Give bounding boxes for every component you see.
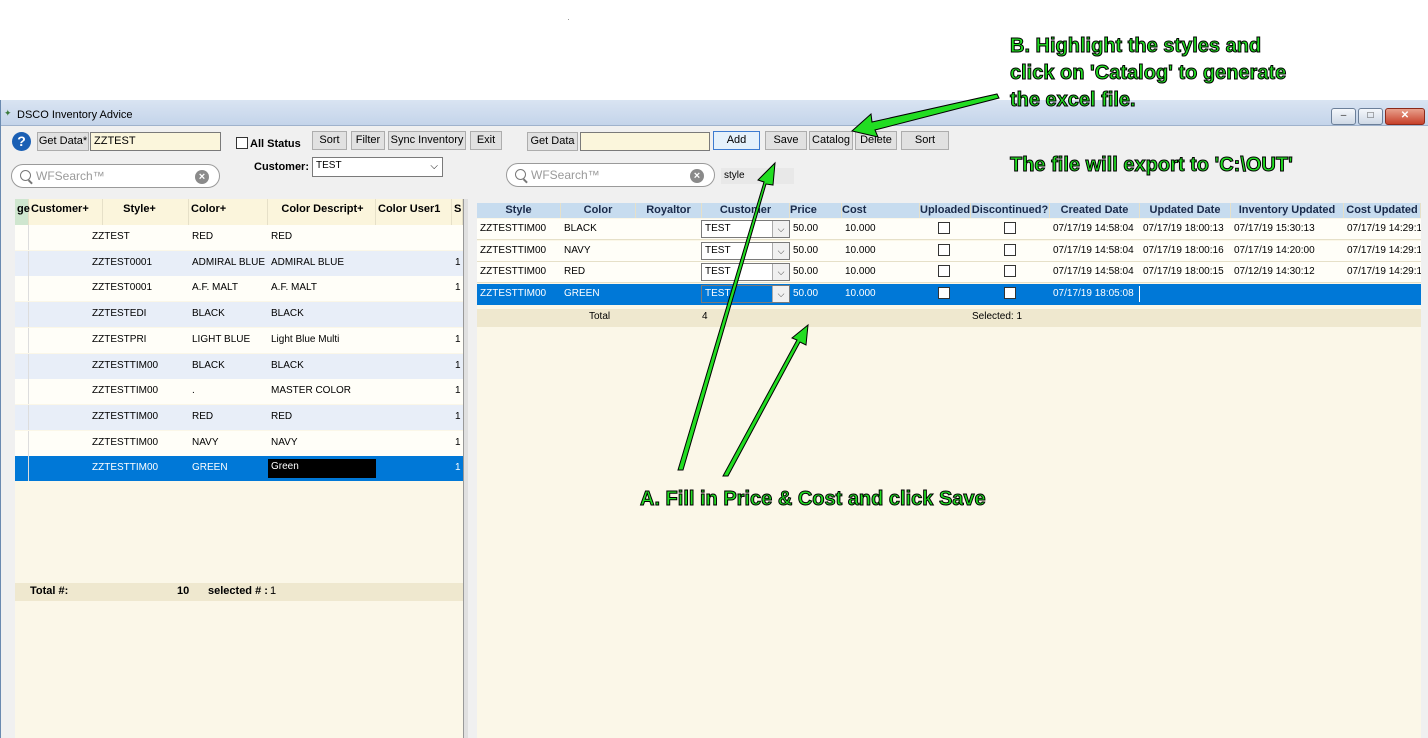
arrow-to-price xyxy=(722,323,809,477)
arrow-to-catalog xyxy=(850,93,1000,138)
arrow-to-save xyxy=(677,161,776,471)
annotation-arrows xyxy=(677,93,1000,477)
